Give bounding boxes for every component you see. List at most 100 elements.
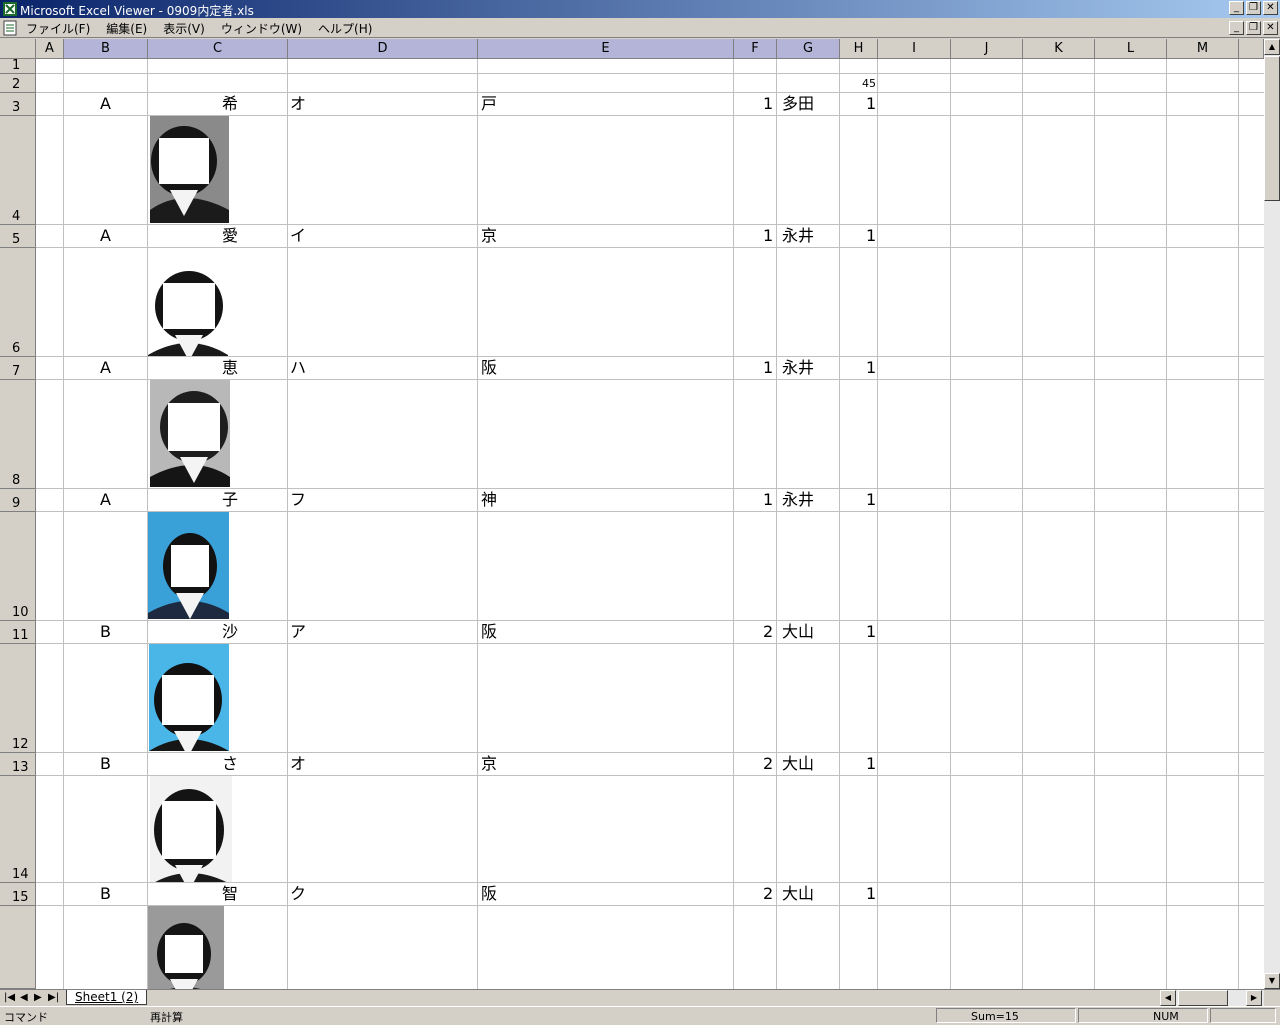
row-header-9[interactable]: 9 [0,489,36,512]
cell-kana-fragment[interactable]: ハ [290,357,306,379]
photo-image[interactable] [148,512,229,619]
photo-image[interactable] [148,906,224,989]
select-all-corner[interactable] [0,39,36,59]
next-sheet-button[interactable]: ▶ [34,992,42,1003]
cell-name-fragment[interactable]: 子 [222,489,238,511]
cell-name-fragment[interactable]: 希 [222,93,238,115]
cell-kana-fragment[interactable]: ア [290,621,306,643]
cell-group[interactable]: B [100,883,111,905]
workbook-icon[interactable] [2,20,18,36]
last-sheet-button[interactable]: ▶| [48,992,59,1003]
cell-address-fragment[interactable]: 京 [481,225,497,247]
restore-button[interactable]: ❐ [1246,1,1261,15]
row-header-15[interactable]: 15 [0,883,36,906]
cell-interviewer[interactable]: 大山 [782,753,814,775]
menu-window[interactable]: ウィンドウ(W) [219,20,304,37]
photo-image[interactable] [150,380,230,487]
menu-file[interactable]: ファイル(F) [24,20,92,37]
scroll-up-button[interactable]: ▲ [1264,39,1280,55]
cell-group[interactable]: B [100,621,111,643]
cell-interviewer[interactable]: 永井 [782,225,814,247]
row-header-4[interactable]: 4 [0,116,36,225]
column-header-i[interactable]: I [878,39,951,59]
row-header-7[interactable]: 7 [0,357,36,380]
column-header-d[interactable]: D [288,39,478,59]
column-header-l[interactable]: L [1095,39,1167,59]
cell-name-fragment[interactable]: 沙 [222,621,238,643]
cell-address-fragment[interactable]: 京 [481,753,497,775]
column-header-e[interactable]: E [478,39,734,59]
cell-group[interactable]: A [100,489,111,511]
row-header-1[interactable]: 1 [0,58,36,74]
prev-sheet-button[interactable]: ◀ [20,992,28,1003]
photo-image[interactable] [148,248,228,356]
cell-number[interactable]: 2 [763,753,773,775]
photo-image[interactable] [149,644,229,751]
cell-interviewer[interactable]: 永井 [782,357,814,379]
cell-group[interactable]: A [100,93,111,115]
row-header-16[interactable] [0,906,36,989]
cell-count[interactable]: 1 [866,883,876,905]
cell-number[interactable]: 1 [763,93,773,115]
vertical-scroll-thumb[interactable] [1264,56,1280,201]
first-sheet-button[interactable]: |◀ [4,992,15,1003]
column-header-b[interactable]: B [64,39,148,59]
doc-close-button[interactable]: ✕ [1263,21,1278,35]
cell-kana-fragment[interactable]: イ [290,225,306,247]
doc-minimize-button[interactable]: _ [1229,21,1244,35]
row-header-12[interactable]: 12 [0,644,36,753]
cell-address-fragment[interactable]: 阪 [481,357,497,379]
cell-number[interactable]: 1 [763,489,773,511]
cell-number[interactable]: 1 [763,357,773,379]
sheet-tab-sheet1-2[interactable]: Sheet1 (2) [66,990,148,1005]
menu-view[interactable]: 表示(V) [161,20,207,37]
row-header-3[interactable]: 3 [0,93,36,116]
minimize-button[interactable]: _ [1229,1,1244,15]
cell-interviewer[interactable]: 永井 [782,489,814,511]
cell-name-fragment[interactable]: さ [222,753,238,775]
cell-address-fragment[interactable]: 神 [481,489,497,511]
row-header-10[interactable]: 10 [0,512,36,621]
cell-interviewer[interactable]: 大山 [782,883,814,905]
scroll-down-button[interactable]: ▼ [1264,973,1280,989]
cell-address-fragment[interactable]: 阪 [481,883,497,905]
horizontal-scrollbar[interactable]: ◀ ▶ [1160,990,1264,1006]
cell-number[interactable]: 2 [763,621,773,643]
row-header-5[interactable]: 5 [0,225,36,248]
spreadsheet-grid[interactable]: A B C D E F G H I J K L M 1 2 3 4 5 6 7 … [0,39,1264,989]
cell-number[interactable]: 1 [763,225,773,247]
column-header-j[interactable]: J [951,39,1023,59]
cell-kana-fragment[interactable]: オ [290,93,306,115]
menu-help[interactable]: ヘルプ(H) [316,20,374,37]
column-header-f[interactable]: F [734,39,777,59]
vertical-scrollbar[interactable]: ▲ ▼ [1264,39,1280,989]
row-header-6[interactable]: 6 [0,248,36,357]
cell-name-fragment[interactable]: 愛 [222,225,238,247]
scroll-left-button[interactable]: ◀ [1160,990,1176,1006]
row-header-8[interactable]: 8 [0,380,36,489]
column-header-m[interactable]: M [1167,39,1239,59]
horizontal-scroll-thumb[interactable] [1178,990,1228,1006]
row-header-2[interactable]: 2 [0,74,36,93]
cell-interviewer[interactable]: 大山 [782,621,814,643]
column-header-a[interactable]: A [36,39,64,59]
cell-address-fragment[interactable]: 戸 [481,93,497,115]
cell-kana-fragment[interactable]: ク [290,883,306,905]
cell-h2[interactable]: 45 [862,74,876,93]
row-header-11[interactable]: 11 [0,621,36,644]
column-header-h[interactable]: H [840,39,878,59]
column-header-c[interactable]: C [148,39,288,59]
cell-name-fragment[interactable]: 恵 [222,357,238,379]
photo-image[interactable] [150,776,232,882]
menu-edit[interactable]: 編集(E) [104,20,149,37]
cell-count[interactable]: 1 [866,489,876,511]
scroll-right-button[interactable]: ▶ [1246,990,1262,1006]
cell-group[interactable]: A [100,357,111,379]
cell-name-fragment[interactable]: 智 [222,883,238,905]
cell-group[interactable]: A [100,225,111,247]
column-header-k[interactable]: K [1023,39,1095,59]
cell-group[interactable]: B [100,753,111,775]
row-header-13[interactable]: 13 [0,753,36,776]
cell-count[interactable]: 1 [866,621,876,643]
cell-count[interactable]: 1 [866,93,876,115]
